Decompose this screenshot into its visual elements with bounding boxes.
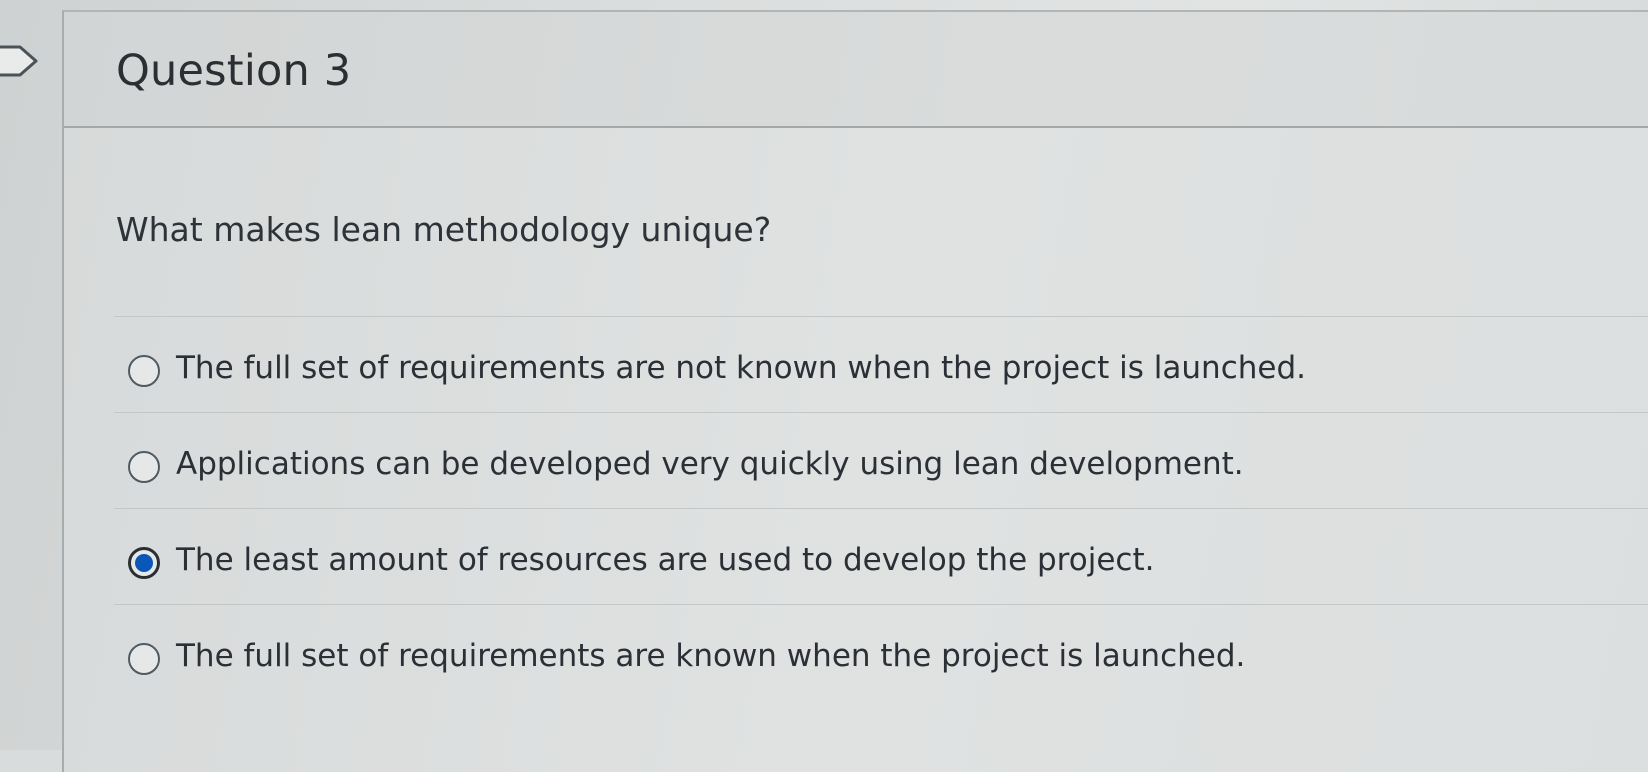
flag-icon[interactable] xyxy=(0,44,40,78)
question-text: What makes lean methodology unique? xyxy=(116,210,772,249)
answer-label-2[interactable]: Applications can be developed very quick… xyxy=(176,446,1244,482)
question-title: Question 3 xyxy=(116,46,352,96)
question-body: What makes lean methodology unique? The … xyxy=(64,128,1648,768)
answer-option-3[interactable]: The least amount of resources are used t… xyxy=(114,508,1648,604)
radio-button-2[interactable] xyxy=(128,451,160,483)
answer-option-1[interactable]: The full set of requirements are not kno… xyxy=(114,316,1648,412)
answer-option-4[interactable]: The full set of requirements are known w… xyxy=(114,604,1648,700)
question-card: Question 3 What makes lean methodology u… xyxy=(62,10,1648,772)
answer-option-2[interactable]: Applications can be developed very quick… xyxy=(114,412,1648,508)
answer-list: The full set of requirements are not kno… xyxy=(114,316,1648,700)
answer-label-3[interactable]: The least amount of resources are used t… xyxy=(176,542,1154,578)
answer-label-1[interactable]: The full set of requirements are not kno… xyxy=(176,350,1306,386)
radio-button-3-selected[interactable] xyxy=(128,547,160,579)
radio-button-4[interactable] xyxy=(128,643,160,675)
question-header: Question 3 xyxy=(64,12,1648,128)
answer-label-4[interactable]: The full set of requirements are known w… xyxy=(176,638,1245,674)
quiz-page: Question 3 What makes lean methodology u… xyxy=(0,0,1648,772)
radio-button-1[interactable] xyxy=(128,355,160,387)
